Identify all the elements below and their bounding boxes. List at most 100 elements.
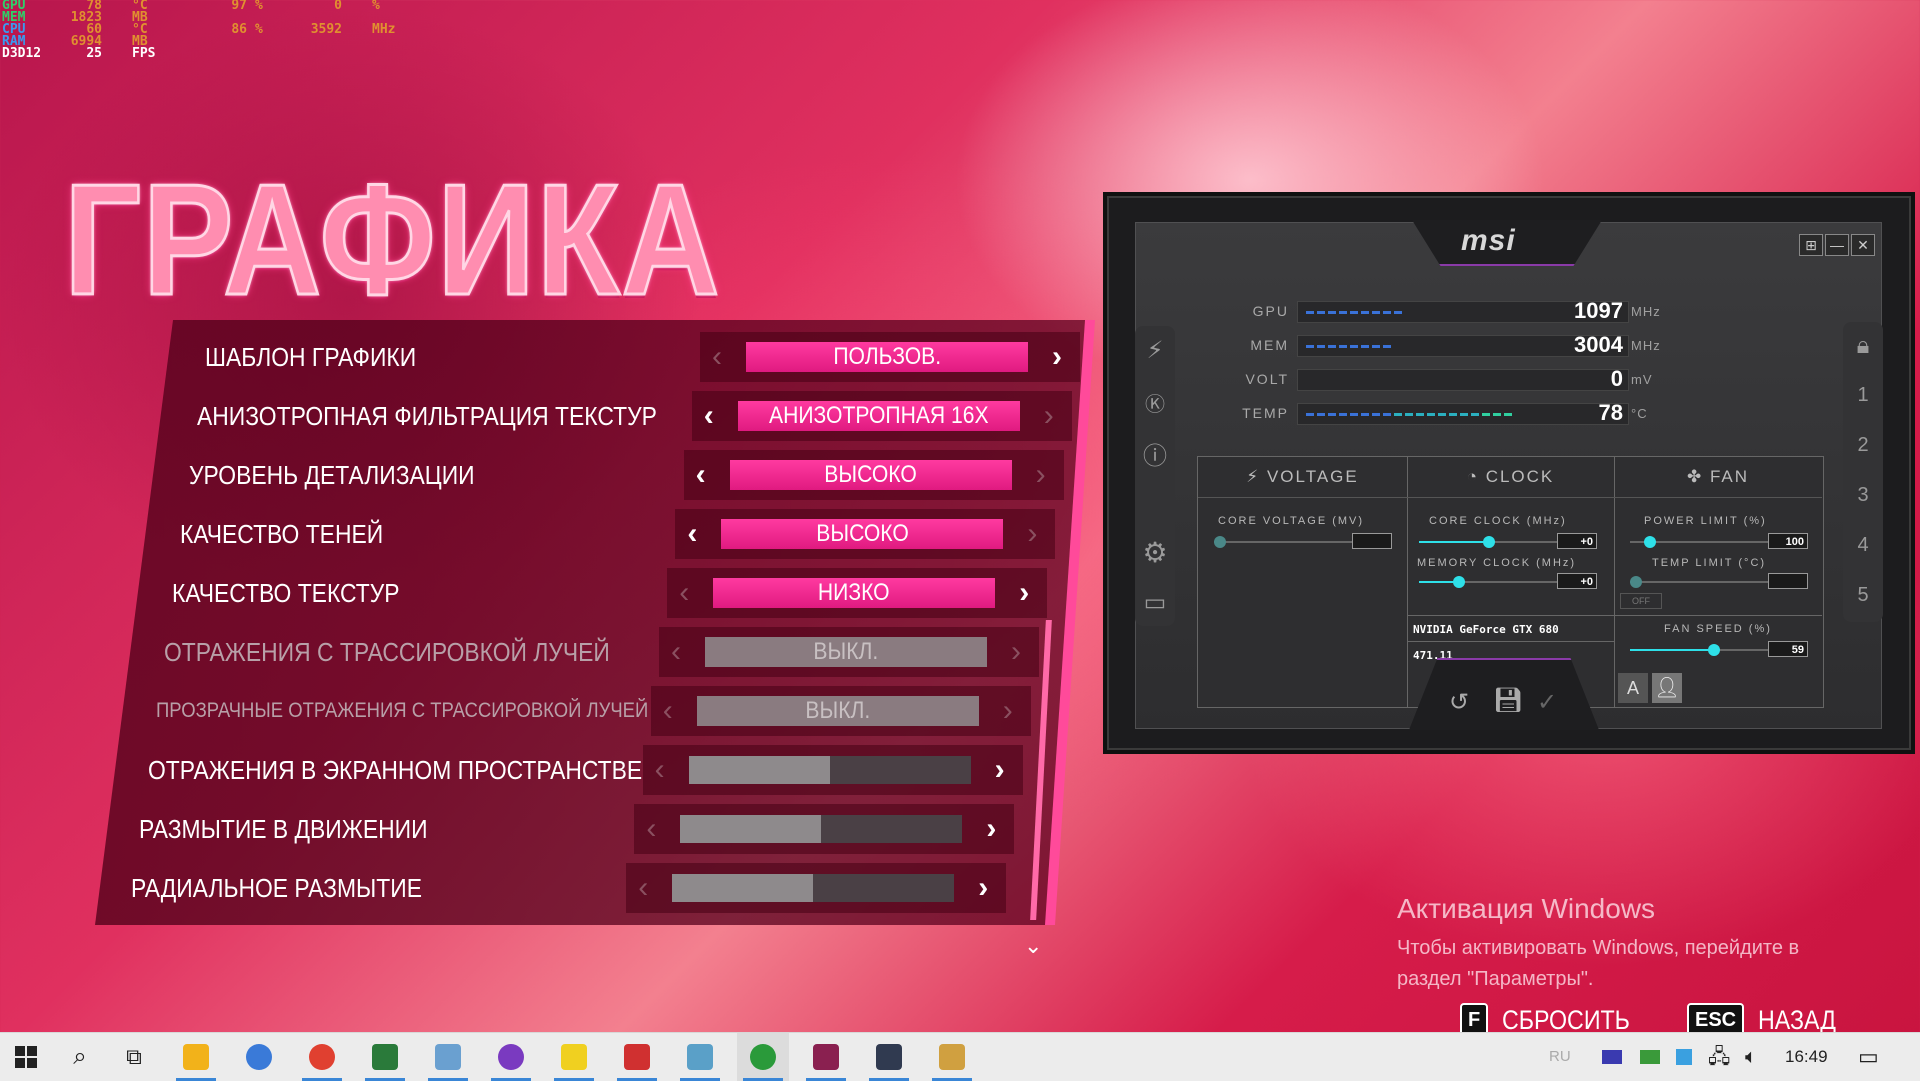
next-option-icon[interactable]: › — [1032, 391, 1066, 441]
setting-value[interactable]: ВЫКЛ. — [696, 696, 979, 726]
close-button[interactable]: ✕ — [1851, 234, 1875, 256]
settings-gear-icon[interactable]: ⚙ — [1135, 536, 1175, 569]
next-option-icon[interactable]: › — [1007, 568, 1041, 618]
network-icon[interactable]: 🖧︎ — [1708, 1033, 1730, 1081]
fan-auto-toggle[interactable]: OFF — [1620, 593, 1662, 609]
volume-icon[interactable]: 🔈︎ — [1745, 1033, 1757, 1081]
taskbar-app-file-explorer[interactable] — [170, 1033, 222, 1081]
user-fan-icon[interactable]: 👤︎ — [1652, 673, 1682, 703]
taskbar-app-msi-afterburner[interactable] — [863, 1033, 915, 1081]
setting-value[interactable]: ПОЛЬЗОВ. — [746, 342, 1028, 372]
search-button[interactable]: ⌕ — [54, 1033, 106, 1081]
previous-option-icon[interactable]: ‹ — [700, 332, 734, 382]
setting-row[interactable]: КАЧЕСТВО ТЕКСТУР ‹ НИЗКО › — [95, 568, 1095, 618]
setting-level-bar[interactable] — [672, 874, 955, 902]
next-option-icon[interactable]: › — [999, 627, 1033, 677]
next-option-icon[interactable]: › — [974, 804, 1008, 854]
fan-speed-slider[interactable] — [1630, 644, 1770, 656]
fan-speed-input[interactable]: 59 — [1768, 641, 1808, 657]
taskbar-app-xbox[interactable] — [737, 1033, 789, 1081]
notification-icon[interactable]: ▭ — [1858, 1033, 1879, 1081]
taskbar-app-game-app[interactable] — [611, 1033, 663, 1081]
previous-option-icon[interactable]: ‹ — [626, 863, 660, 913]
setting-row[interactable]: РАЗМЫТИЕ В ДВИЖЕНИИ ‹ › — [95, 804, 1095, 854]
next-option-icon[interactable]: › — [983, 745, 1017, 795]
previous-option-icon[interactable]: ‹ — [684, 450, 718, 500]
taskbar-app-image-viewer[interactable] — [422, 1033, 474, 1081]
tab-clock[interactable]: ◔ CLOCK — [1407, 457, 1614, 498]
profile-slot-2[interactable]: 2 — [1843, 434, 1883, 457]
core-voltage-slider[interactable] — [1214, 536, 1354, 548]
core-voltage-input[interactable] — [1352, 533, 1392, 549]
taskbar-app-qbittorrent[interactable] — [233, 1033, 285, 1081]
taskbar-app-game-icon[interactable] — [800, 1033, 852, 1081]
info-icon[interactable]: ⓘ — [1135, 436, 1175, 471]
next-option-icon[interactable]: › — [1015, 509, 1049, 559]
lock-icon[interactable]: 🔒︎ — [1843, 332, 1883, 360]
profile-slot-3[interactable]: 3 — [1843, 484, 1883, 507]
tab-fan[interactable]: ✤ FAN — [1614, 457, 1822, 498]
taskbar-app-chrome[interactable] — [296, 1033, 348, 1081]
power-limit-slider[interactable] — [1630, 536, 1770, 548]
taskbar-app-app-cube[interactable] — [674, 1033, 726, 1081]
core-clock-input[interactable]: +0 — [1557, 533, 1597, 549]
task-view-button[interactable]: ⧉ — [108, 1033, 160, 1081]
setting-row[interactable]: ОТРАЖЕНИЯ В ЭКРАННОМ ПРОСТРАНСТВЕ ‹ › — [95, 745, 1095, 795]
minimize-button[interactable]: — — [1825, 234, 1849, 256]
previous-option-icon[interactable]: ‹ — [651, 686, 685, 736]
next-option-icon[interactable]: › — [1040, 332, 1074, 382]
power-limit-input[interactable]: 100 — [1768, 533, 1808, 549]
next-option-icon[interactable]: › — [966, 863, 1000, 913]
setting-value[interactable]: ВЫКЛ. — [705, 637, 987, 667]
clock[interactable]: 16:49 — [1785, 1033, 1828, 1081]
tab-voltage[interactable]: ⚡ VOLTAGE — [1198, 457, 1407, 498]
start-button[interactable] — [0, 1033, 52, 1081]
profile-slot-4[interactable]: 4 — [1843, 534, 1883, 557]
previous-option-icon[interactable]: ‹ — [659, 627, 693, 677]
setting-row[interactable]: ОТРАЖЕНИЯ С ТРАССИРОВКОЙ ЛУЧЕЙ ‹ ВЫКЛ. › — [95, 627, 1095, 677]
scroll-down-icon[interactable]: ⌄ — [1024, 933, 1042, 959]
apply-icon[interactable]: ✓ — [1537, 688, 1557, 717]
memory-clock-slider[interactable] — [1419, 576, 1559, 588]
profile-slot-5[interactable]: 5 — [1843, 584, 1883, 607]
tray-nvidia-icon[interactable] — [1640, 1033, 1660, 1081]
taskbar-app-excel-like[interactable] — [359, 1033, 411, 1081]
tray-app-icon[interactable] — [1676, 1033, 1692, 1081]
monitoring-icon[interactable]: ▭ — [1135, 588, 1175, 617]
temp-limit-slider[interactable] — [1630, 576, 1770, 588]
save-icon[interactable]: 💾︎ — [1493, 686, 1523, 715]
setting-value[interactable]: АНИЗОТРОПНАЯ 16X — [737, 401, 1020, 431]
profile-slot-1[interactable]: 1 — [1843, 384, 1883, 407]
reset-icon[interactable]: ↺ — [1449, 688, 1469, 717]
previous-option-icon[interactable]: ‹ — [675, 509, 709, 559]
taskbar-app-media-player[interactable] — [548, 1033, 600, 1081]
setting-row[interactable]: КАЧЕСТВО ТЕНЕЙ ‹ ВЫСОКО › — [95, 509, 1095, 559]
previous-option-icon[interactable]: ‹ — [634, 804, 668, 854]
tray-monitor-icon[interactable] — [1602, 1033, 1622, 1081]
setting-value[interactable]: ВЫСОКО — [729, 460, 1012, 490]
setting-row[interactable]: УРОВЕНЬ ДЕТАЛИЗАЦИИ ‹ ВЫСОКО › — [95, 450, 1095, 500]
core-clock-slider[interactable] — [1419, 536, 1559, 548]
setting-level-bar[interactable] — [688, 756, 971, 784]
setting-row[interactable]: ШАБЛОН ГРАФИКИ ‹ ПОЛЬЗОВ. › — [95, 332, 1095, 382]
auto-fan-icon[interactable]: A — [1618, 673, 1648, 703]
setting-level-bar[interactable] — [680, 815, 963, 843]
memory-clock-input[interactable]: +0 — [1557, 573, 1597, 589]
next-option-icon[interactable]: › — [991, 686, 1025, 736]
previous-option-icon[interactable]: ‹ — [692, 391, 726, 441]
windows-mode-icon[interactable]: ⊞ — [1799, 234, 1823, 256]
setting-row[interactable]: ПРОЗРАЧНЫЕ ОТРАЖЕНИЯ С ТРАССИРОВКОЙ ЛУЧЕ… — [95, 686, 1095, 736]
setting-value[interactable]: НИЗКО — [713, 578, 996, 608]
temp-limit-input[interactable] — [1768, 573, 1808, 589]
next-option-icon[interactable]: › — [1024, 450, 1058, 500]
oc-scanner-icon[interactable]: ⚡ — [1135, 336, 1175, 365]
language-indicator[interactable]: RU — [1549, 1033, 1571, 1081]
k-boost-icon[interactable]: Ⓚ — [1135, 388, 1175, 417]
taskbar-app-tor-browser[interactable] — [485, 1033, 537, 1081]
previous-option-icon[interactable]: ‹ — [667, 568, 701, 618]
taskbar-app-paint-app[interactable] — [926, 1033, 978, 1081]
setting-value[interactable]: ВЫСОКО — [721, 519, 1004, 549]
setting-row[interactable]: АНИЗОТРОПНАЯ ФИЛЬТРАЦИЯ ТЕКСТУР ‹ АНИЗОТРО… — [95, 391, 1095, 441]
setting-row[interactable]: РАДИАЛЬНОЕ РАЗМЫТИЕ ‹ › — [95, 863, 1095, 913]
previous-option-icon[interactable]: ‹ — [643, 745, 677, 795]
